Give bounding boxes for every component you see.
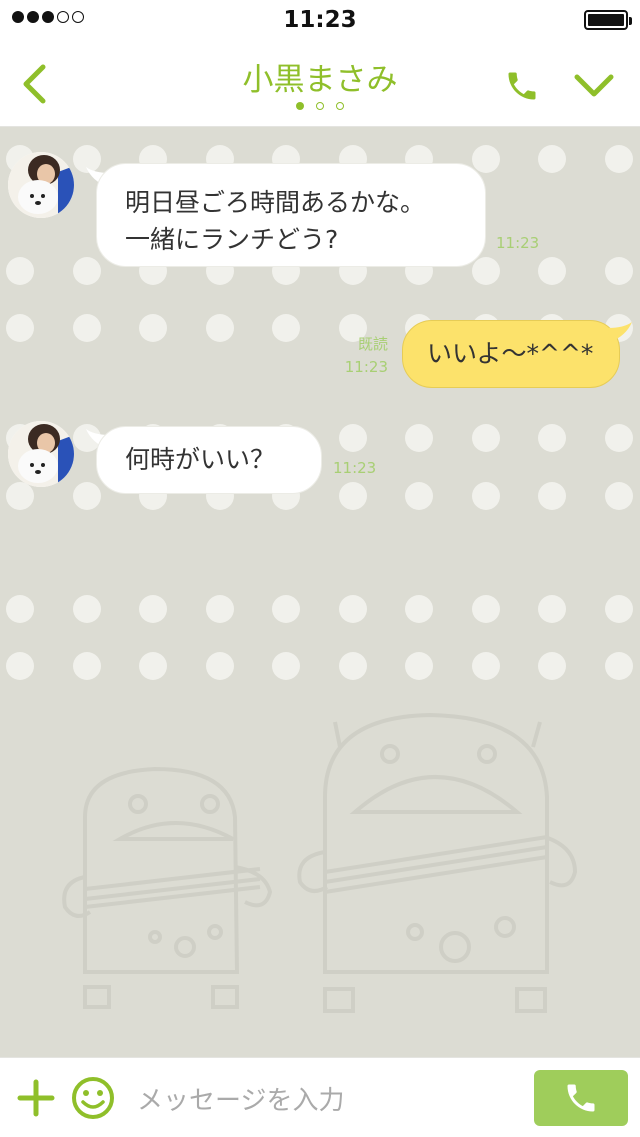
message-bubble-outgoing[interactable]: いいよ〜*^^* (402, 320, 620, 388)
call-header-button[interactable] (500, 64, 544, 108)
avatar-photo (8, 152, 74, 218)
background-dot-row (0, 482, 640, 512)
read-receipt: 既読 (357, 335, 388, 353)
mascot-illustration (62, 712, 578, 1013)
page-title: 小黒まさみ (242, 62, 398, 98)
background-dot-row (0, 652, 640, 682)
voice-call-button[interactable] (534, 1070, 628, 1126)
phone-icon (508, 72, 536, 100)
phone-icon (567, 1084, 595, 1112)
message-input-bar: メッセージを入力 (0, 1057, 640, 1137)
message-text: いいよ〜*^^* (427, 339, 594, 368)
menu-toggle-button[interactable] (570, 64, 618, 108)
chevron-down-icon (574, 74, 614, 97)
sticker-button[interactable] (70, 1075, 116, 1121)
avatar-photo (8, 421, 74, 487)
status-bar: 11:23 (0, 0, 640, 40)
status-time: 11:23 (283, 7, 357, 33)
page-indicator (0, 102, 640, 110)
message-time: 11:23 (333, 459, 377, 477)
emoji-icon (72, 1077, 114, 1119)
message-text-line: 一緒にランチどう? (125, 225, 339, 254)
chat-header: 小黒まさみ (0, 40, 640, 127)
message-input[interactable]: メッセージを入力 (137, 1080, 344, 1117)
plus-icon (17, 1079, 55, 1117)
message-text-line: 明日昼ごろ時間あるかな。 (125, 188, 426, 217)
contact-avatar[interactable] (8, 152, 74, 218)
message-text: 何時がいい？ (125, 445, 276, 474)
battery-icon (584, 10, 632, 30)
contact-avatar[interactable] (8, 421, 74, 487)
message-time: 11:23 (344, 358, 388, 376)
message-time: 11:23 (496, 234, 540, 252)
add-attachment-button[interactable] (14, 1076, 58, 1120)
chat-area[interactable]: 明日昼ごろ時間あるかな。 一緒にランチどう? 11:23 既読 11:23 いい… (0, 127, 640, 1057)
bubble-tail (608, 322, 632, 342)
message-bubble-incoming[interactable]: 明日昼ごろ時間あるかな。 一緒にランチどう? (96, 163, 486, 267)
background-dot-row (0, 595, 640, 625)
message-bubble-incoming[interactable]: 何時がいい？ (96, 426, 322, 494)
